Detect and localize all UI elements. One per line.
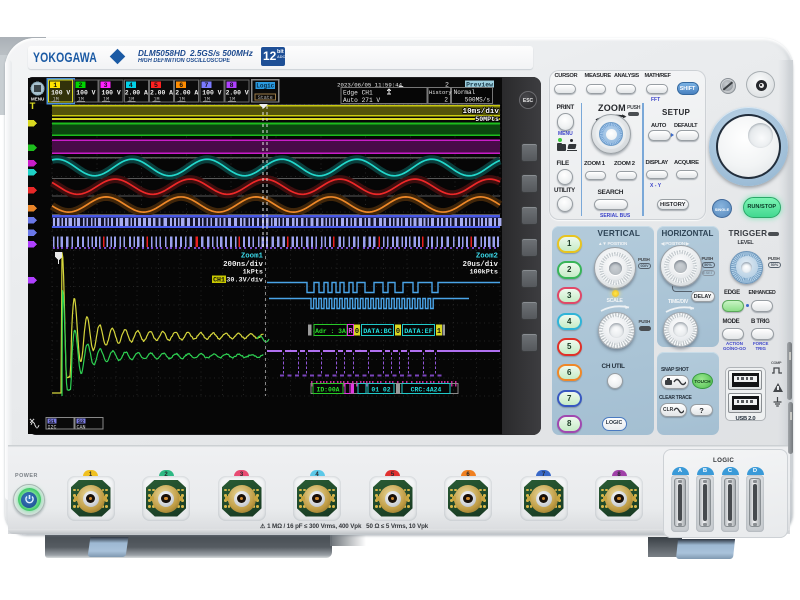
svg-text:Adr : 3A: Adr : 3A	[315, 328, 346, 335]
svg-text:2.00 A: 2.00 A	[175, 90, 198, 97]
svg-text:10ms/div: 10ms/div	[463, 108, 500, 116]
svg-text:DATA:BC: DATA:BC	[363, 328, 392, 336]
svg-text:100 V: 100 V	[202, 90, 221, 97]
svg-text:Auto 271 V: Auto 271 V	[343, 97, 380, 104]
svg-text:Logic: Logic	[256, 83, 274, 90]
svg-text:7: 7	[204, 82, 208, 89]
svg-text:2.00 A: 2.00 A	[150, 90, 173, 97]
svg-text:01 02: 01 02	[371, 386, 390, 393]
svg-text:T: T	[30, 102, 36, 113]
svg-text:0: 0	[396, 328, 400, 336]
svg-text:2.00 V: 2.00 V	[226, 90, 249, 97]
svg-text:6: 6	[179, 82, 183, 89]
svg-text:Edge CH1: Edge CH1	[343, 89, 373, 96]
svg-text:State: State	[258, 95, 273, 101]
svg-text:100 V: 100 V	[51, 90, 70, 97]
svg-text:30.3V/div: 30.3V/div	[226, 277, 263, 285]
svg-text:DATA:EF: DATA:EF	[404, 328, 433, 336]
svg-text:1kPts: 1kPts	[243, 269, 263, 277]
svg-text:100kPts: 100kPts	[469, 269, 498, 277]
svg-text:4: 4	[129, 82, 133, 89]
svg-text:5: 5	[154, 82, 158, 89]
svg-text:2.00 A: 2.00 A	[125, 90, 148, 97]
svg-text:2: 2	[78, 82, 82, 89]
svg-text:MENU: MENU	[31, 97, 45, 102]
svg-text:1: 1	[437, 328, 441, 336]
svg-text:100 V: 100 V	[102, 90, 121, 97]
svg-text:8: 8	[230, 82, 234, 89]
svg-text:CAN: CAN	[77, 425, 86, 431]
svg-text:Zoom2: Zoom2	[476, 253, 498, 261]
svg-text:I2C: I2C	[48, 425, 57, 431]
svg-text:3: 3	[104, 82, 108, 89]
svg-text:History: History	[429, 90, 452, 96]
svg-text:CH1: CH1	[213, 277, 225, 284]
svg-text:500MS/s: 500MS/s	[465, 97, 491, 104]
svg-text:Zoom1: Zoom1	[241, 253, 264, 261]
svg-text:50MPts: 50MPts	[475, 116, 499, 123]
svg-text:0: 0	[355, 328, 359, 336]
svg-text:100 V: 100 V	[76, 90, 95, 97]
svg-text:1: 1	[53, 82, 57, 89]
svg-text:ID:00A: ID:00A	[316, 386, 339, 393]
svg-text:Normal: Normal	[454, 89, 476, 96]
svg-text:CRC:4A24: CRC:4A24	[411, 386, 442, 393]
svg-text:2: 2	[444, 97, 448, 104]
